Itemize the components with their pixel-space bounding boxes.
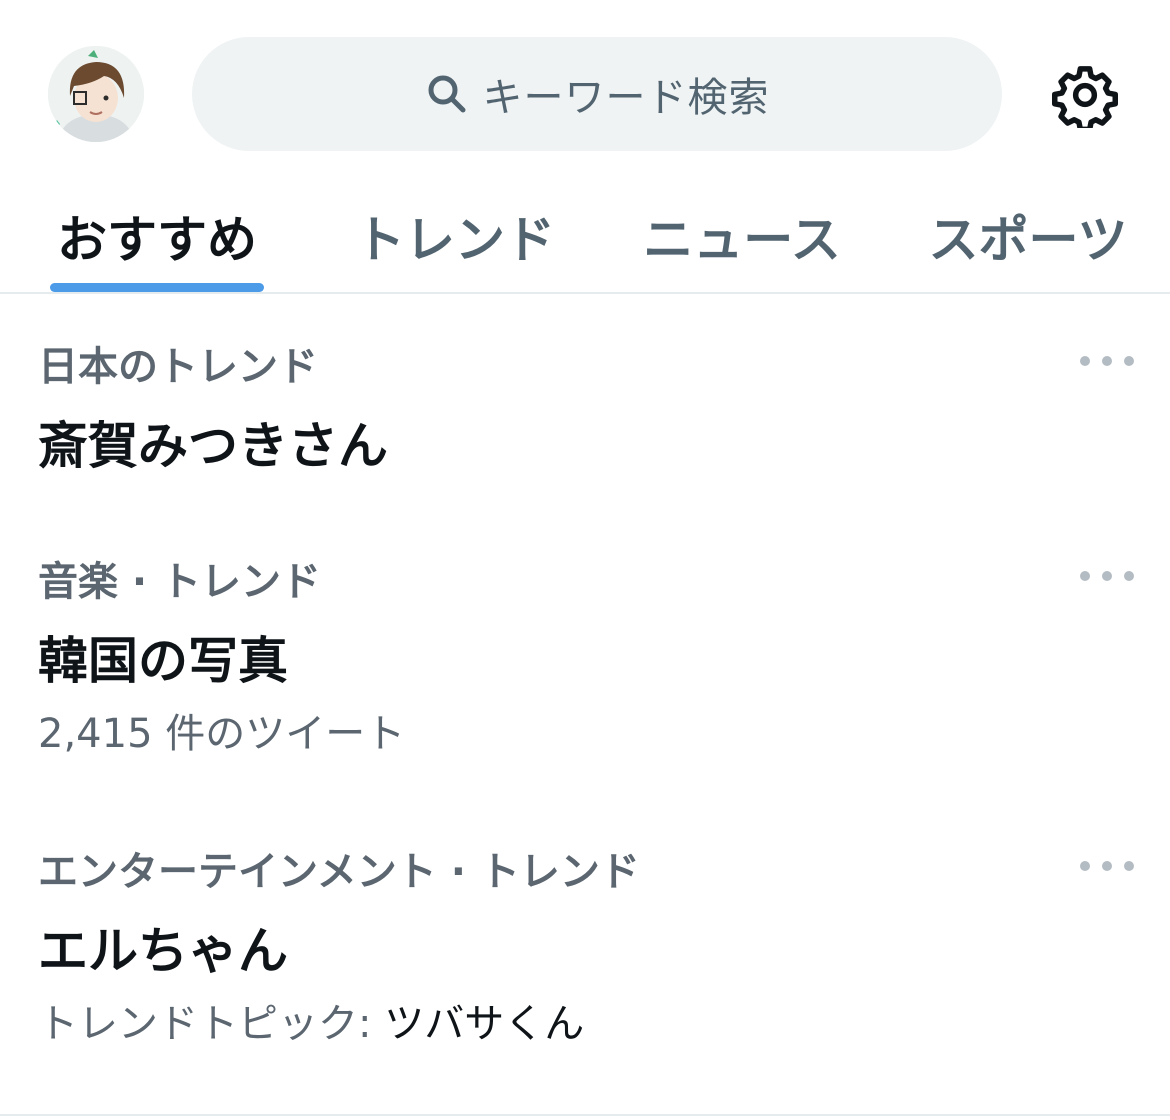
trend-item[interactable]: エンターテインメント · トレンド エルちゃん トレンドトピック: ツバサくん bbox=[0, 825, 1170, 1065]
trend-category: エンターテインメント · トレンド bbox=[38, 849, 640, 895]
trend-category: 音楽 · トレンド bbox=[38, 559, 322, 605]
trend-title: 斎賀みつきさん bbox=[38, 417, 388, 475]
avatar-illustration bbox=[48, 46, 144, 142]
gear-icon[interactable] bbox=[1052, 62, 1118, 128]
search-placeholder: キーワード検索 bbox=[482, 75, 770, 121]
more-options-icon[interactable] bbox=[1080, 346, 1134, 376]
tabs-divider bbox=[0, 292, 1170, 294]
trend-title: 韓国の写真 bbox=[38, 632, 288, 690]
header: キーワード検索 bbox=[0, 0, 1170, 180]
active-tab-indicator bbox=[50, 283, 264, 292]
search-bar[interactable]: キーワード検索 bbox=[192, 37, 1002, 151]
trend-item[interactable]: 日本のトレンド 斎賀みつきさん bbox=[0, 320, 1170, 500]
profile-avatar[interactable] bbox=[48, 46, 144, 142]
search-icon bbox=[425, 72, 469, 116]
more-options-icon[interactable] bbox=[1080, 851, 1134, 881]
tab-sports[interactable]: スポーツ bbox=[918, 180, 1138, 292]
trend-topic: トレンドトピック: ツバサくん bbox=[38, 991, 584, 1049]
trend-topic-prefix: トレンドトピック: bbox=[38, 1001, 385, 1047]
tab-news[interactable]: ニュース bbox=[632, 180, 852, 292]
trend-topic-name[interactable]: ツバサくん bbox=[384, 1001, 584, 1047]
trend-title: エルちゃん bbox=[38, 922, 288, 980]
tab-trends[interactable]: トレンド bbox=[350, 180, 560, 292]
tab-bar: おすすめ トレンド ニュース スポーツ bbox=[0, 180, 1170, 292]
list-divider bbox=[0, 1114, 1170, 1116]
trend-category: 日本のトレンド bbox=[38, 344, 318, 390]
more-options-icon[interactable] bbox=[1080, 561, 1134, 591]
tweet-count: 2,415 件のツイート bbox=[38, 711, 406, 757]
trend-item[interactable]: 音楽 · トレンド 韓国の写真 2,415 件のツイート bbox=[0, 535, 1170, 775]
tab-recommended[interactable]: おすすめ bbox=[50, 180, 264, 292]
